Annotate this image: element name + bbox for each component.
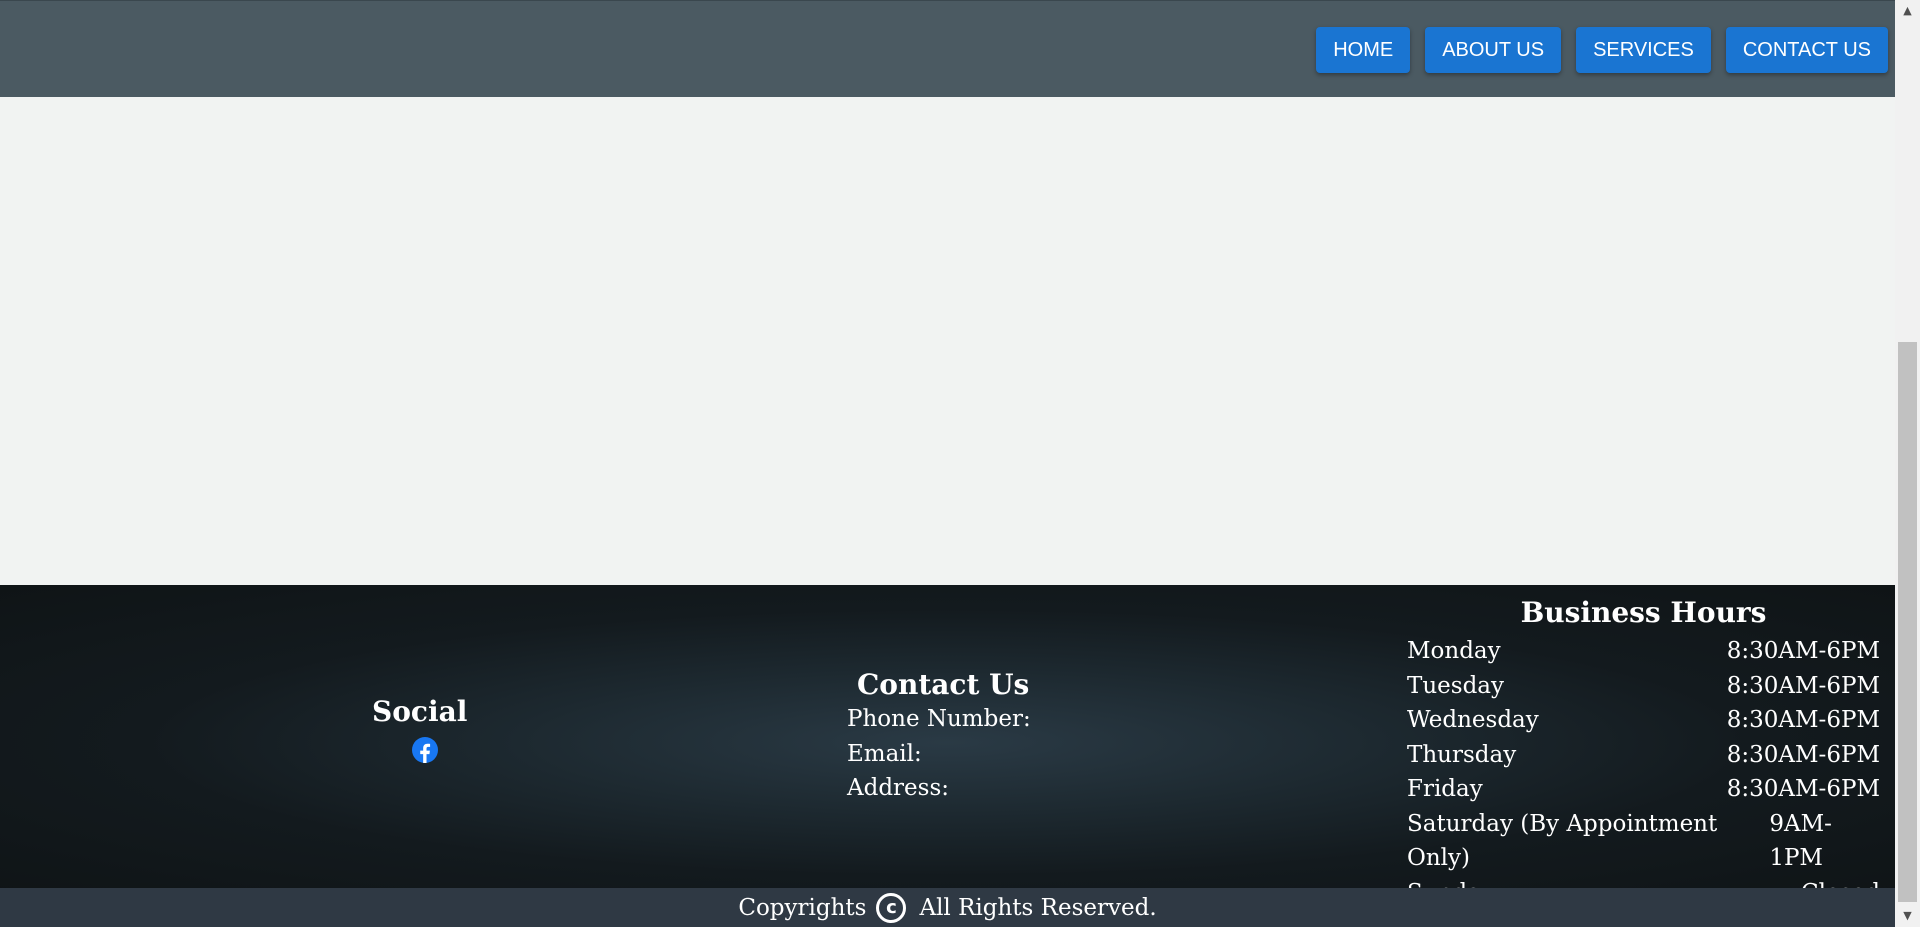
site-footer: Social Contact Us Phone Number: Email: A… (0, 585, 1895, 906)
footer-contact: Contact Us Phone Number: Email: Address: (847, 668, 1031, 806)
day-label: Wednesday (1407, 707, 1539, 733)
copyright-icon: c (876, 892, 907, 923)
hours-row-saturday: Saturday (By Appointment Only) 9AM-1PM (1407, 807, 1880, 876)
time-value: 8:30AM-6PM (1726, 741, 1880, 768)
nav-services-button[interactable]: SERVICES (1576, 27, 1711, 73)
site-header: HOME ABOUT US SERVICES CONTACT US (0, 0, 1895, 97)
vertical-scrollbar[interactable]: ▲ ▼ (1895, 0, 1920, 927)
facebook-icon[interactable] (412, 737, 438, 763)
day-label: Friday (1407, 776, 1483, 802)
nav-home-button[interactable]: HOME (1316, 27, 1411, 73)
day-label: Tuesday (1407, 672, 1504, 699)
time-value: 8:30AM-6PM (1726, 776, 1880, 802)
day-label: Monday (1407, 638, 1501, 664)
nav-about-us-button[interactable]: ABOUT US (1425, 27, 1562, 73)
nav-contact-us-button[interactable]: CONTACT US (1725, 27, 1888, 73)
social-title: Social (372, 695, 468, 728)
day-label: Thursday (1407, 741, 1517, 768)
page: HOME ABOUT US SERVICES CONTACT US Social… (0, 0, 1895, 927)
footer-business-hours: Business Hours Monday 8:30AM-6PM Tuesday… (1407, 596, 1880, 910)
day-label: Saturday (By Appointment Only) (1407, 810, 1718, 872)
copyright-suffix: All Rights Reserved. (919, 894, 1157, 921)
contact-title: Contact Us (857, 668, 1030, 701)
main-content (0, 97, 1895, 585)
hours-row-monday: Monday 8:30AM-6PM (1407, 634, 1880, 669)
time-value: 8:30AM-6PM (1726, 638, 1880, 664)
business-hours-title: Business Hours (1520, 596, 1767, 629)
hours-row-thursday: Thursday 8:30AM-6PM (1407, 738, 1880, 773)
scroll-down-arrow-icon[interactable]: ▼ (1895, 905, 1920, 927)
hours-row-tuesday: Tuesday 8:30AM-6PM (1407, 669, 1880, 704)
email-label: Email: (847, 740, 922, 767)
copyright-bar: Copyrights c All Rights Reserved. (0, 888, 1895, 927)
copyright-prefix: Copyrights (738, 894, 867, 921)
address-label: Address: (847, 775, 950, 801)
time-value: 8:30AM-6PM (1726, 672, 1880, 699)
phone-number-label: Phone Number: (847, 706, 1031, 732)
scrollbar-thumb[interactable] (1898, 342, 1917, 902)
footer-social: Social (372, 695, 468, 763)
time-value: 8:30AM-6PM (1726, 707, 1880, 733)
scroll-up-arrow-icon[interactable]: ▲ (1895, 0, 1920, 22)
main-nav: HOME ABOUT US SERVICES CONTACT US (1316, 27, 1888, 73)
hours-row-wednesday: Wednesday 8:30AM-6PM (1407, 703, 1880, 738)
time-value: 9AM-1PM (1769, 810, 1832, 872)
hours-row-friday: Friday 8:30AM-6PM (1407, 772, 1880, 807)
